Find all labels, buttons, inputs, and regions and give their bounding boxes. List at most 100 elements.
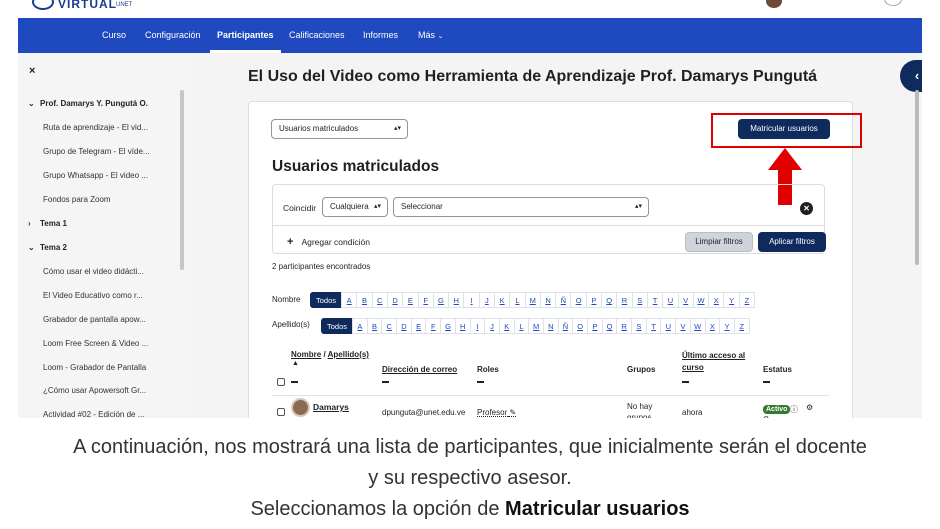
first-name-initial-letter[interactable]: T [646, 292, 664, 308]
row-select-checkbox[interactable] [277, 408, 285, 416]
collapse-column-icon[interactable] [763, 381, 770, 383]
trash-icon[interactable]: ⚙ [763, 415, 769, 418]
last-name-initial-letter[interactable]: R [616, 318, 633, 334]
last-name-initial-letter[interactable]: O [572, 318, 589, 334]
first-name-initial-letter[interactable]: Y [723, 292, 740, 308]
last-name-initial-letter[interactable]: N [542, 318, 559, 334]
first-name-initial-letter[interactable]: G [432, 292, 450, 308]
first-name-initial-letter[interactable]: I [463, 292, 480, 308]
match-select[interactable]: Cualquiera ▴▾ [322, 197, 388, 217]
nav-item-curso[interactable]: Curso [102, 18, 126, 53]
sort-by-email-link[interactable]: Dirección de correo [382, 365, 457, 374]
last-name-initial-letter[interactable]: B [366, 318, 383, 334]
last-name-initial-letter[interactable]: M [528, 318, 544, 334]
last-name-initial-letter[interactable]: T [645, 318, 662, 334]
first-name-initial-letter[interactable]: Q [601, 292, 618, 308]
sort-by-last-access-link-line2[interactable]: curso [682, 363, 704, 372]
drawer-section-tema-1[interactable]: › Tema 1 [18, 219, 178, 228]
last-name-initial-letter[interactable]: P [587, 318, 603, 334]
close-icon[interactable]: × [29, 65, 35, 77]
last-name-initial-letter[interactable]: W [689, 318, 706, 334]
apply-filters-button[interactable]: Aplicar filtros [758, 232, 826, 252]
drawer-section-general[interactable]: ⌄ Prof. Damarys Y. Pungutá O. [18, 99, 178, 108]
gear-icon[interactable]: ⚙ [806, 403, 813, 412]
first-name-initial-letter[interactable]: B [356, 292, 373, 308]
first-name-initial-letter[interactable]: R [616, 292, 633, 308]
remove-filter-icon[interactable]: ✕ [800, 202, 813, 215]
page-scrollbar[interactable] [915, 90, 919, 265]
drawer-link[interactable]: Grabador de pantalla apow... [18, 315, 178, 324]
header-toggle-icon[interactable] [884, 0, 902, 6]
first-name-initial-letter[interactable]: P [585, 292, 603, 308]
column-header-email[interactable]: Dirección de correo [382, 364, 457, 376]
first-name-initial-letter[interactable]: W [692, 292, 710, 308]
first-name-initial-letter[interactable]: C [371, 292, 388, 308]
nav-item-participantes[interactable]: Participantes [210, 18, 281, 53]
first-name-initial-letter[interactable]: O [570, 292, 587, 308]
user-menu-avatar[interactable] [766, 0, 782, 8]
first-name-initial-letter[interactable]: V [677, 292, 694, 308]
first-name-initial-letter[interactable]: J [478, 292, 495, 308]
first-name-initial-letter[interactable]: U [662, 292, 679, 308]
first-name-initial-all[interactable]: Todos [310, 292, 343, 308]
last-name-initial-letter[interactable]: L [513, 318, 530, 334]
last-name-initial-letter[interactable]: U [660, 318, 677, 334]
filter-type-select[interactable]: Seleccionar ▴▾ [393, 197, 649, 217]
first-name-initial-letter[interactable]: X [708, 292, 725, 308]
last-name-initial-letter[interactable]: K [498, 318, 515, 334]
last-name-initial-letter[interactable]: V [675, 318, 691, 334]
last-name-initial-letter[interactable]: Y [719, 318, 735, 334]
last-name-initial-letter[interactable]: H [454, 318, 471, 334]
column-header-name[interactable]: Nombre / Apellido(s) [291, 349, 369, 361]
nav-item-configuracion[interactable]: Configuración [145, 18, 201, 53]
drawer-link[interactable]: El Video Educativo como r... [18, 291, 178, 300]
drawer-link[interactable]: Loom Free Screen & Video ... [18, 339, 178, 348]
last-name-initial-letter[interactable]: X [704, 318, 721, 334]
last-name-initial-letter[interactable]: C [381, 318, 398, 334]
first-name-initial-letter[interactable]: K [493, 292, 511, 308]
drawer-link[interactable]: Fondos para Zoom [18, 195, 178, 204]
collapse-column-icon[interactable] [382, 381, 389, 383]
last-name-initial-letter[interactable]: Q [601, 318, 618, 334]
first-name-initial-letter[interactable]: L [509, 292, 526, 308]
collapse-column-icon[interactable] [477, 381, 484, 383]
pencil-icon[interactable]: ✎ [509, 408, 516, 417]
last-name-initial-letter[interactable]: Ñ [557, 318, 574, 334]
last-name-initial-letter[interactable]: I [469, 318, 486, 334]
sort-by-last-name-link[interactable]: Apellido(s) [328, 350, 369, 359]
last-name-initial-letter[interactable]: S [631, 318, 647, 334]
last-name-initial-letter[interactable]: Z [733, 318, 750, 334]
column-header-last-access[interactable]: Último acceso al curso [682, 350, 745, 374]
last-name-initial-letter[interactable]: A [352, 318, 368, 334]
first-name-initial-letter[interactable]: D [386, 292, 404, 308]
info-icon[interactable]: ⓘ [790, 404, 798, 415]
nav-item-informes[interactable]: Informes [363, 18, 398, 53]
participant-name-link[interactable]: Damarys [313, 402, 349, 412]
participants-view-select[interactable]: Usuarios matriculados ▴▾ [271, 119, 408, 139]
last-name-initial-letter[interactable]: J [484, 318, 500, 334]
last-name-initial-letter[interactable]: F [425, 318, 442, 334]
nav-item-calificaciones[interactable]: Calificaciones [289, 18, 345, 53]
first-name-initial-letter[interactable]: F [417, 292, 434, 308]
last-name-initial-letter[interactable]: G [440, 318, 456, 334]
last-name-initial-letter[interactable]: D [396, 318, 412, 334]
sort-by-last-access-link[interactable]: Último acceso al [682, 351, 745, 360]
add-condition-button[interactable]: + Agregar condición [287, 236, 370, 248]
drawer-scrollbar[interactable] [180, 90, 184, 270]
drawer-link[interactable]: Grupo de Telegram - El víde... [18, 147, 178, 156]
drawer-link[interactable]: Grupo Whatsapp - El video ... [18, 171, 178, 180]
first-name-initial-letter[interactable]: H [448, 292, 465, 308]
clear-filters-button[interactable]: Limpiar filtros [685, 232, 753, 252]
select-all-checkbox[interactable] [277, 378, 285, 386]
drawer-link[interactable]: Actividad #02 - Edición de ... [18, 410, 178, 418]
site-logo-icon[interactable] [32, 0, 54, 10]
drawer-link[interactable]: Loom - Grabador de Pantalla [18, 363, 178, 372]
last-name-initial-letter[interactable]: E [410, 318, 427, 334]
collapse-column-icon[interactable] [682, 381, 689, 383]
last-name-initial-all[interactable]: Todos [321, 318, 354, 334]
participant-role[interactable]: Profesor ✎ [477, 407, 516, 418]
first-name-initial-letter[interactable]: A [341, 292, 358, 308]
drawer-link[interactable]: ¿Cómo usar Apowersoft Gr... [18, 386, 178, 395]
nav-item-mas[interactable]: Más ⌄ [418, 18, 443, 53]
drawer-link[interactable]: Ruta de aprendizaje - El vid... [18, 123, 178, 132]
